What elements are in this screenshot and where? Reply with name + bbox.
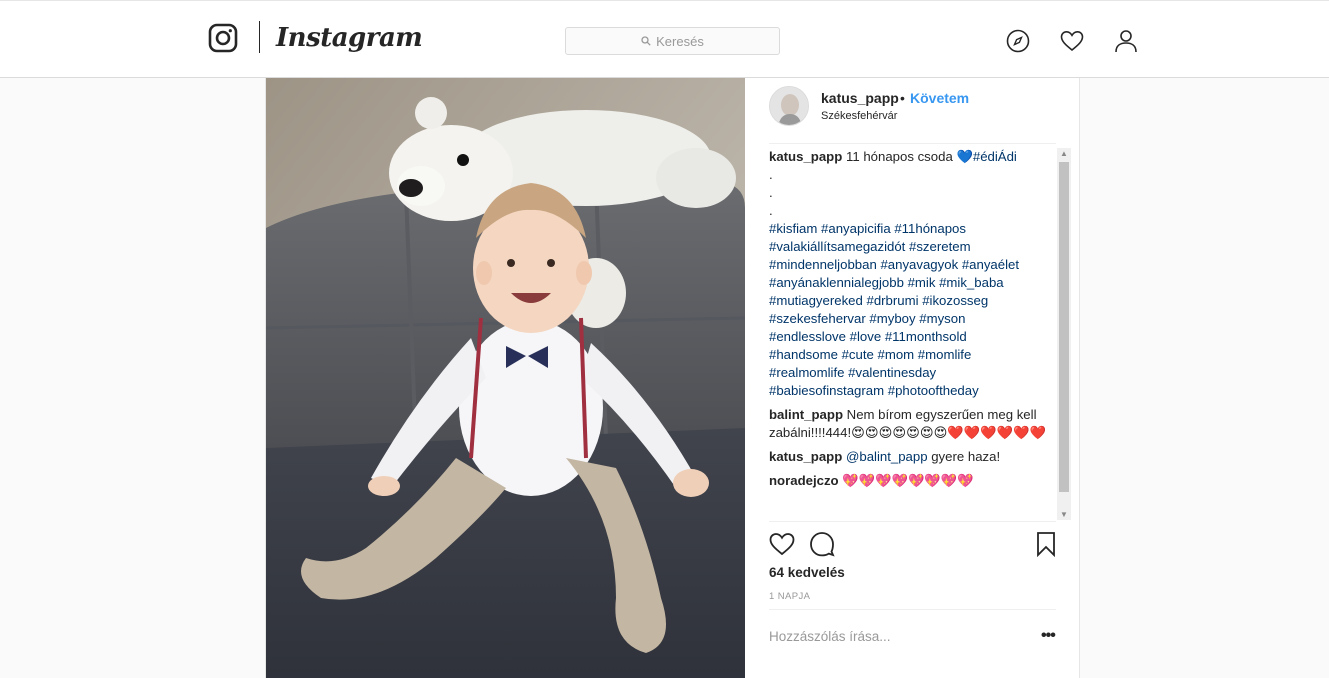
search-icon [641,36,651,46]
comment: katus_papp @balint_papp gyere haza! [769,448,1049,466]
instagram-camera-icon[interactable] [208,23,238,53]
caption-dot-line: . [769,185,773,200]
post-sidebar: katus_papp • Követem Székesfehérvár katu… [745,78,1080,678]
comment-bubble-icon[interactable] [809,531,835,557]
post-author[interactable]: katus_papp [821,90,899,106]
instagram-wordmark[interactable]: Instagram [276,23,423,53]
hashtag-line[interactable]: #handsome #cute #mom #momlife [769,346,1049,364]
top-navigation-bar: Instagram Keresés [0,0,1329,78]
comment-author[interactable]: noradejczo [769,473,839,488]
hashtag-line[interactable]: #mindenneljobban #anyavagyok #anyaélet [769,256,1049,274]
hashtag-line[interactable]: #mutiagyereked #drbrumi #ikozosseg [769,292,1049,310]
caption-dot-line: . [769,203,773,218]
profile-icon[interactable] [1114,29,1138,53]
more-options-button[interactable]: ••• [1041,627,1056,645]
explore-icon[interactable] [1006,29,1030,53]
follow-button[interactable]: Követem [910,90,969,106]
post-actions [769,531,1056,559]
hashtag-line[interactable]: #anyánaklennialegjobb #mik #mik_baba [769,274,1049,292]
hashtag-line[interactable]: #realmomlife #valentinesday [769,364,1049,382]
activity-heart-icon[interactable] [1060,29,1084,53]
scrollbar-thumb[interactable] [1059,162,1069,492]
avatar-photo [770,87,808,125]
avatar[interactable] [769,86,809,126]
divider [769,521,1056,522]
post-location[interactable]: Székesfehérvár [821,110,897,122]
comment-mention[interactable]: @balint_papp [846,449,928,464]
hashtag-line[interactable]: #kisfiam #anyapicifia #11hónapos [769,220,1049,238]
like-count[interactable]: 64 kedvelés [769,565,845,580]
comment: balint_papp Nem bírom egyszerűen meg kel… [769,406,1049,442]
search-input[interactable]: Keresés [565,27,780,55]
scroll-up-arrow-icon[interactable]: ▲ [1060,149,1068,158]
hashtag-line[interactable]: #valakiállítsamegazidót #szeretem [769,238,1049,256]
comment-author[interactable]: balint_papp [769,407,843,422]
caption-dot-line: . [769,167,773,182]
hashtag-line[interactable]: #endlesslove #love #11monthsold [769,328,1049,346]
divider [769,609,1056,610]
post-timestamp[interactable]: 1 NAPJA [769,591,810,602]
separator-dot: • [900,90,905,106]
caption-author[interactable]: katus_papp [769,149,842,164]
comments-scrollbar[interactable]: ▲ ▼ [1057,148,1071,520]
comment-text: gyere haza! [927,449,1001,464]
bookmark-icon[interactable] [1033,531,1059,557]
search-placeholder: Keresés [656,33,704,49]
comment-author[interactable]: katus_papp [769,449,842,464]
add-comment-input[interactable]: Hozzászólás írása... [769,629,891,644]
post-header: katus_papp • Követem Székesfehérvár [769,86,1056,144]
hashtag-line[interactable]: #szekesfehervar #myboy #myson [769,310,1049,328]
caption-text: 11 hónapos csoda 💙 [845,149,973,164]
like-heart-icon[interactable] [769,531,795,557]
caption-hashtag[interactable]: #édiÁdi [973,149,1017,164]
hashtag-line[interactable]: #babiesofinstagram #photooftheday [769,382,1049,400]
baby-with-teddy-bear-image [266,78,745,678]
scroll-down-arrow-icon[interactable]: ▼ [1060,510,1068,519]
comment-text: 💖💖💖💖💖💖💖💖 [842,473,974,488]
comment: noradejczo 💖💖💖💖💖💖💖💖 [769,472,1049,490]
logo-divider [259,21,260,53]
post-card: katus_papp • Követem Székesfehérvár katu… [265,78,1080,678]
caption: katus_papp 11 hónapos csoda 💙#édiÁdi . .… [769,148,1049,400]
comments-list[interactable]: katus_papp 11 hónapos csoda 💙#édiÁdi . .… [769,148,1071,520]
post-photo[interactable] [266,78,745,678]
